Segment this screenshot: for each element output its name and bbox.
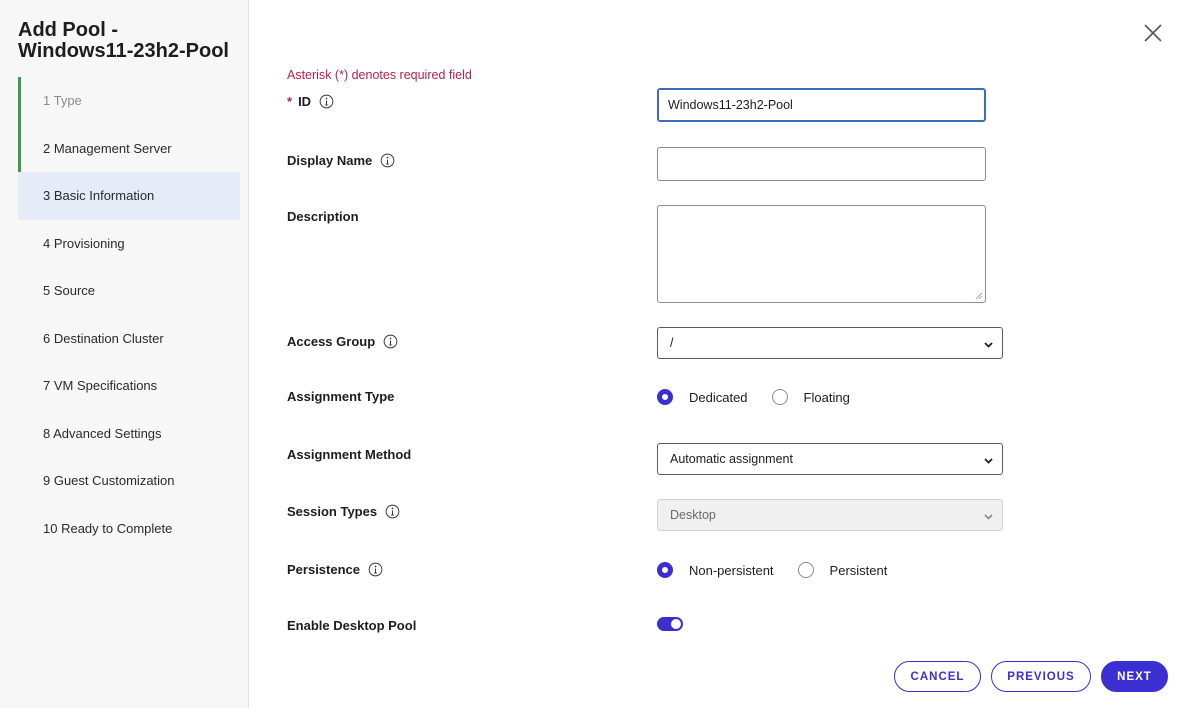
chevron-down-icon (984, 514, 993, 520)
display-name-label-row: Display Name (287, 153, 395, 168)
access-group-label: Access Group (287, 334, 376, 349)
session-types-label-row: Session Types (287, 504, 400, 519)
wizard-steps: 1 Type 2 Management Server 3 Basic Infor… (18, 77, 240, 552)
next-button[interactable]: NEXT (1101, 661, 1168, 692)
session-types-label: Session Types (287, 504, 378, 519)
description-field[interactable] (657, 205, 986, 303)
radio-dedicated-label: Dedicated (689, 389, 748, 405)
info-icon[interactable] (383, 334, 398, 349)
access-group-select[interactable]: / (657, 327, 1003, 359)
required-asterisk: * (287, 94, 293, 109)
enable-desktop-pool-label: Enable Desktop Pool (287, 618, 417, 633)
step-ready-to-complete[interactable]: 10 Ready to Complete (18, 505, 240, 553)
enable-desktop-pool-toggle[interactable] (657, 617, 683, 631)
assignment-method-label-row: Assignment Method (287, 447, 411, 462)
step-advanced-settings[interactable]: 8 Advanced Settings (18, 410, 240, 458)
radio-persistent-label: Persistent (829, 562, 888, 578)
radio-persistent[interactable]: Persistent (797, 562, 888, 578)
access-group-value: / (670, 336, 674, 350)
required-field-note: Asterisk (*) denotes required field (287, 68, 472, 82)
radio-floating-indicator[interactable] (771, 389, 788, 405)
radio-persistent-indicator[interactable] (797, 562, 814, 578)
radio-non-persistent[interactable]: Non-persistent (657, 562, 774, 578)
session-types-value: Desktop (670, 508, 716, 522)
assignment-type-label-row: Assignment Type (287, 389, 394, 404)
wizard-sidebar: Add Pool - Windows11-23h2-Pool 1 Type 2 … (0, 0, 249, 708)
radio-non-persistent-indicator[interactable] (657, 562, 673, 578)
description-label-row: Description (287, 209, 359, 224)
step-type[interactable]: 1 Type (18, 77, 240, 125)
step-management-server[interactable]: 2 Management Server (18, 124, 240, 172)
step-destination-cluster[interactable]: 6 Destination Cluster (18, 315, 240, 363)
enable-desktop-pool-label-row: Enable Desktop Pool (287, 618, 416, 633)
resize-grip-icon[interactable] (975, 292, 983, 300)
info-icon[interactable] (368, 562, 383, 577)
close-icon (1144, 24, 1162, 42)
radio-non-persistent-label: Non-persistent (689, 562, 774, 578)
cancel-button[interactable]: CANCEL (894, 661, 981, 692)
persistence-radio-group: Non-persistent Persistent (657, 562, 911, 578)
access-group-label-row: Access Group (287, 334, 398, 349)
radio-floating-label: Floating (803, 389, 850, 405)
step-guest-customization[interactable]: 9 Guest Customization (18, 457, 240, 505)
radio-dedicated[interactable]: Dedicated (657, 389, 748, 405)
radio-dedicated-indicator[interactable] (657, 389, 673, 405)
persistence-label: Persistence (287, 562, 360, 577)
wizard-title: Add Pool - Windows11-23h2-Pool (18, 19, 229, 62)
close-button[interactable] (1142, 22, 1164, 44)
info-icon[interactable] (380, 153, 395, 168)
previous-button[interactable]: PREVIOUS (991, 661, 1091, 692)
info-icon[interactable] (385, 504, 400, 519)
assignment-method-label: Assignment Method (287, 447, 412, 462)
radio-floating[interactable]: Floating (771, 389, 850, 405)
description-label: Description (287, 209, 359, 224)
info-icon[interactable] (319, 94, 334, 109)
assignment-method-select[interactable]: Automatic assignment (657, 443, 1003, 475)
session-types-select: Desktop (657, 499, 1003, 531)
id-label-row: * ID (287, 94, 334, 109)
display-name-label: Display Name (287, 153, 373, 168)
assignment-type-radio-group: Dedicated Floating (657, 389, 874, 405)
display-name-field[interactable] (657, 147, 986, 181)
step-basic-information[interactable]: 3 Basic Information (18, 172, 240, 220)
assignment-type-label: Assignment Type (287, 389, 395, 404)
id-field[interactable] (657, 88, 986, 122)
assignment-method-value: Automatic assignment (670, 452, 793, 466)
chevron-down-icon (984, 458, 993, 464)
persistence-label-row: Persistence (287, 562, 383, 577)
step-provisioning[interactable]: 4 Provisioning (18, 220, 240, 268)
step-source[interactable]: 5 Source (18, 267, 240, 315)
chevron-down-icon (984, 342, 993, 348)
step-vm-specifications[interactable]: 7 VM Specifications (18, 362, 240, 410)
id-label: ID (298, 94, 312, 109)
toggle-knob (671, 619, 681, 629)
